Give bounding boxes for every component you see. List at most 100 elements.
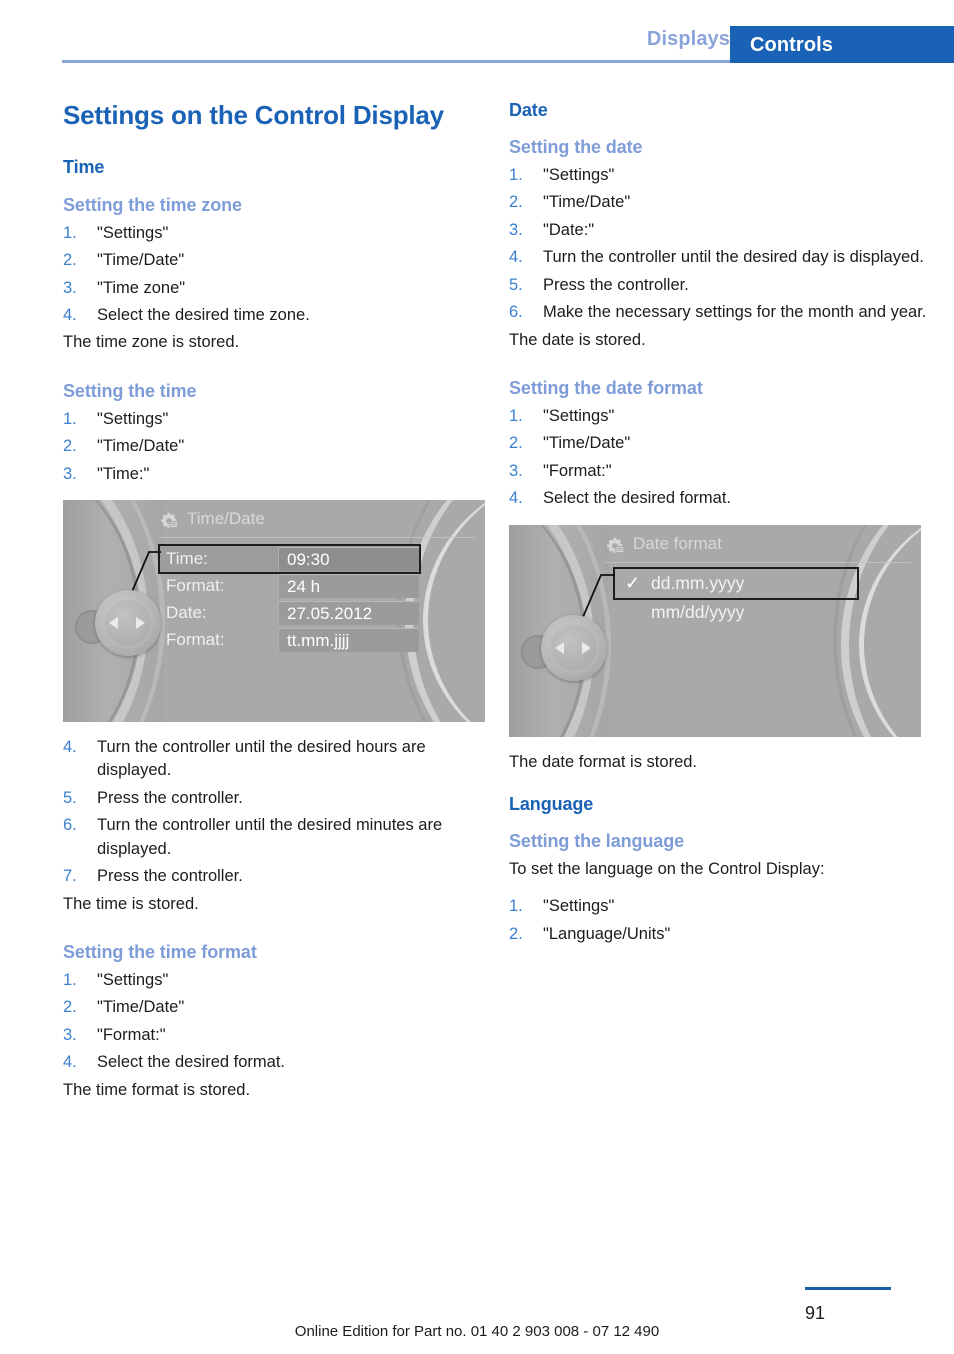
step-text: "Time/Date" <box>543 434 631 453</box>
list-item: 4. Select the desired format. <box>509 487 929 510</box>
step-number: 1. <box>63 971 77 989</box>
step-number: 1. <box>509 897 523 916</box>
steps-setting-time-after: 4. Turn the controller until the desired … <box>63 736 483 889</box>
lead-setting-language: To set the language on the Control Displ… <box>509 860 825 879</box>
list-item: 2. "Time/Date" <box>509 432 929 455</box>
subheading-setting-date: Setting the date <box>509 137 643 157</box>
step-number: 7. <box>63 867 77 886</box>
steps-date-format: 1. "Settings" 2. "Time/Date" 3. "Format:" 4… <box>509 405 929 511</box>
list-item: 4. Turn the controller until the desired … <box>63 736 483 783</box>
result-time-format: The time format is stored. <box>63 1080 251 1099</box>
row-value: 24 h <box>287 576 321 596</box>
row-value-box: 09:30 <box>278 547 419 572</box>
step-text: "Time:" <box>97 464 150 483</box>
figure-titlebar: Time/Date <box>159 509 473 537</box>
step-number: 5. <box>509 275 523 294</box>
row-value-box: tt.mm.jjjj <box>278 628 419 653</box>
step-number: 6. <box>509 303 523 322</box>
arrow-right-icon <box>582 641 591 654</box>
list-item: 4. Turn the controller until the desired … <box>509 246 929 269</box>
arrow-left-icon <box>109 617 118 630</box>
step-number: 2. <box>509 193 523 212</box>
step-text: "Format:" <box>97 1025 166 1044</box>
figure-title-divider <box>605 561 911 563</box>
step-text: "Time/Date" <box>543 193 631 212</box>
result-setting-date: The date is stored. <box>509 330 646 349</box>
step-number: 3. <box>63 1025 77 1044</box>
page-number-rule <box>805 1287 891 1290</box>
step-number: 4. <box>509 489 523 508</box>
list-item: 3. "Time zone" <box>63 277 483 300</box>
steps-setting-language: 1. "Settings" 2. "Language/Units" <box>509 895 929 946</box>
list-item: 1. "Settings" <box>63 222 483 245</box>
row-value: tt.mm.jjjj <box>287 630 350 650</box>
figure-titlebar: Date format <box>605 534 909 562</box>
list-item: 6. Turn the controller until the desired … <box>63 814 483 861</box>
subheading-setting-time: Setting the time <box>63 380 197 401</box>
step-number: 1. <box>63 409 77 428</box>
list-item: 1. "Settings" <box>509 164 929 187</box>
list-item: 5. Press the controller. <box>509 274 929 297</box>
list-item[interactable]: mm/dd/yyyy <box>615 598 857 627</box>
step-number: 5. <box>63 788 77 807</box>
list-item: 2. "Time/Date" <box>509 191 929 214</box>
subheading-time-format: Setting the time format <box>63 942 257 962</box>
tab-displays[interactable]: Displays <box>647 28 730 51</box>
step-text: Select the desired format. <box>543 489 732 508</box>
list-item: 3. "Format:" <box>509 460 929 483</box>
list-item[interactable]: ✓ dd.mm.yyyy <box>613 566 859 600</box>
step-number: 4. <box>63 305 77 324</box>
table-row[interactable]: Format: 24 h <box>160 573 419 599</box>
step-number: 3. <box>509 461 523 480</box>
option-label: mm/dd/yyyy <box>651 601 745 622</box>
step-text: "Settings" <box>97 223 169 242</box>
list-item: 7. Press the controller. <box>63 865 483 888</box>
right-column: Date Setting the date 1. "Settings" 2. "Ti… <box>509 100 929 950</box>
controller-knob[interactable] <box>521 613 607 687</box>
result-time-zone: The time zone is stored. <box>63 333 240 352</box>
section-heading-time: Time <box>63 156 105 177</box>
step-number: 2. <box>509 924 523 943</box>
tab-controls[interactable]: Controls <box>730 26 954 63</box>
table-row[interactable]: Format: tt.mm.jjjj <box>160 627 419 653</box>
table-row[interactable]: Date: 27.05.2012 <box>160 600 419 626</box>
option-label: dd.mm.yyyy <box>651 572 745 593</box>
list-item: 5. Press the controller. <box>63 787 483 810</box>
step-text: "Format:" <box>543 461 612 480</box>
result-setting-time: The time is stored. <box>63 894 199 913</box>
step-text: Make the necessary settings for the mont… <box>543 303 927 322</box>
step-text: Turn the controller until the desired ho… <box>97 738 426 780</box>
footer-edition-text: Online Edition for Part no. 01 40 2 903 … <box>294 1323 660 1340</box>
subheading-date-format: Setting the date format <box>509 377 703 398</box>
list-item: 2. "Time/Date" <box>63 435 483 458</box>
figure-time-date-screen: Time/Date Time: 09:30 Format: 24 h Date:… <box>63 500 485 723</box>
controller-knob[interactable] <box>75 588 161 662</box>
step-text: Select the desired time zone. <box>97 305 310 324</box>
step-text: Turn the controller until the desired da… <box>543 248 924 267</box>
step-number: 2. <box>509 434 523 453</box>
arrow-right-icon <box>136 617 145 630</box>
table-row[interactable]: Time: 09:30 <box>158 544 421 575</box>
step-number: 3. <box>509 220 523 239</box>
step-text: Press the controller. <box>97 788 243 807</box>
section-heading-language: Language <box>509 794 594 815</box>
row-label: Time: <box>166 549 208 569</box>
row-value: 09:30 <box>287 549 330 569</box>
steps-setting-time-before: 1. "Settings" 2. "Time/Date" 3. "Time:" <box>63 408 483 486</box>
step-text: "Date:" <box>543 220 595 239</box>
list-item: 2. "Time/Date" <box>63 996 483 1019</box>
figure-settings-list: Time: 09:30 Format: 24 h Date: 27.05.201… <box>158 544 421 654</box>
step-text: Turn the controller until the desired mi… <box>97 816 443 858</box>
list-item: 3. "Date:" <box>509 219 929 242</box>
figure-option-list: ✓ dd.mm.yyyy mm/dd/yyyy <box>613 566 859 627</box>
steps-setting-date: 1. "Settings" 2. "Time/Date" 3. "Date:" 4. T… <box>509 164 929 325</box>
step-number: 2. <box>63 998 77 1017</box>
step-text: "Time/Date" <box>97 251 185 270</box>
step-text: "Settings" <box>97 409 169 428</box>
step-number: 6. <box>63 816 77 835</box>
figure-date-format-screen: Date format ✓ dd.mm.yyyy mm/dd/yyyy <box>509 524 921 737</box>
list-item: 4. Select the desired format. <box>63 1051 483 1074</box>
